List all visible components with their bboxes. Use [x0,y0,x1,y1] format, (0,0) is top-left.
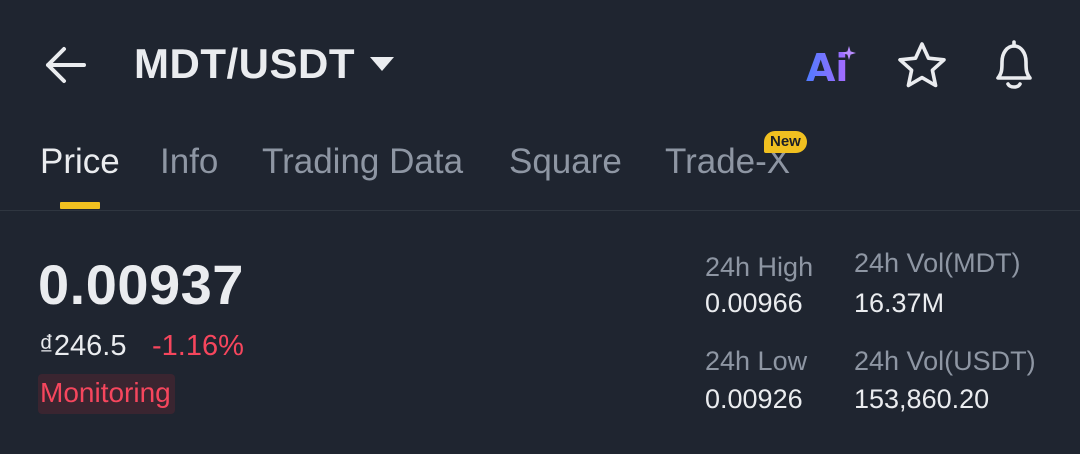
tab-bar: Price Info Trading Data Square Trade-X N… [0,128,1080,210]
back-arrow-icon[interactable] [40,40,90,90]
price-change-percent: -1.16% [152,330,244,362]
vol-base-24h-value: 16.37M [854,288,945,318]
vol-base-24h-label: 24h Vol(MDT) [854,248,1021,278]
monitoring-tag[interactable]: Monitoring [38,374,175,414]
fiat-price: ₫246.5 [39,330,127,362]
vol-quote-24h-value: 153,860.20 [854,384,990,414]
low-24h-label: 24h Low [705,346,808,376]
tab-square[interactable]: Square [509,142,622,182]
high-24h-value: 0.00966 [705,288,803,318]
high-24h-label: 24h High [705,252,814,282]
tab-info[interactable]: Info [160,142,218,182]
pair-selector[interactable]: MDT/USDT [134,38,395,90]
tab-price[interactable]: Price [40,142,120,182]
divider [0,210,1080,211]
active-tab-indicator [60,202,100,209]
vol-quote-24h-label: 24h Vol(USDT) [854,346,1036,376]
bell-icon[interactable] [988,38,1040,92]
pair-title: MDT/USDT [134,40,355,87]
caret-down-icon [369,57,394,71]
top-bar: MDT/USDT Ai [0,0,1080,128]
ai-button[interactable]: Ai [804,44,860,92]
sparkle-icon [842,46,856,60]
star-icon[interactable] [896,40,948,92]
last-price: 0.00937 [38,253,244,316]
low-24h-value: 0.00926 [705,384,803,414]
tab-trading-data[interactable]: Trading Data [262,142,463,182]
new-badge: New [764,131,807,153]
